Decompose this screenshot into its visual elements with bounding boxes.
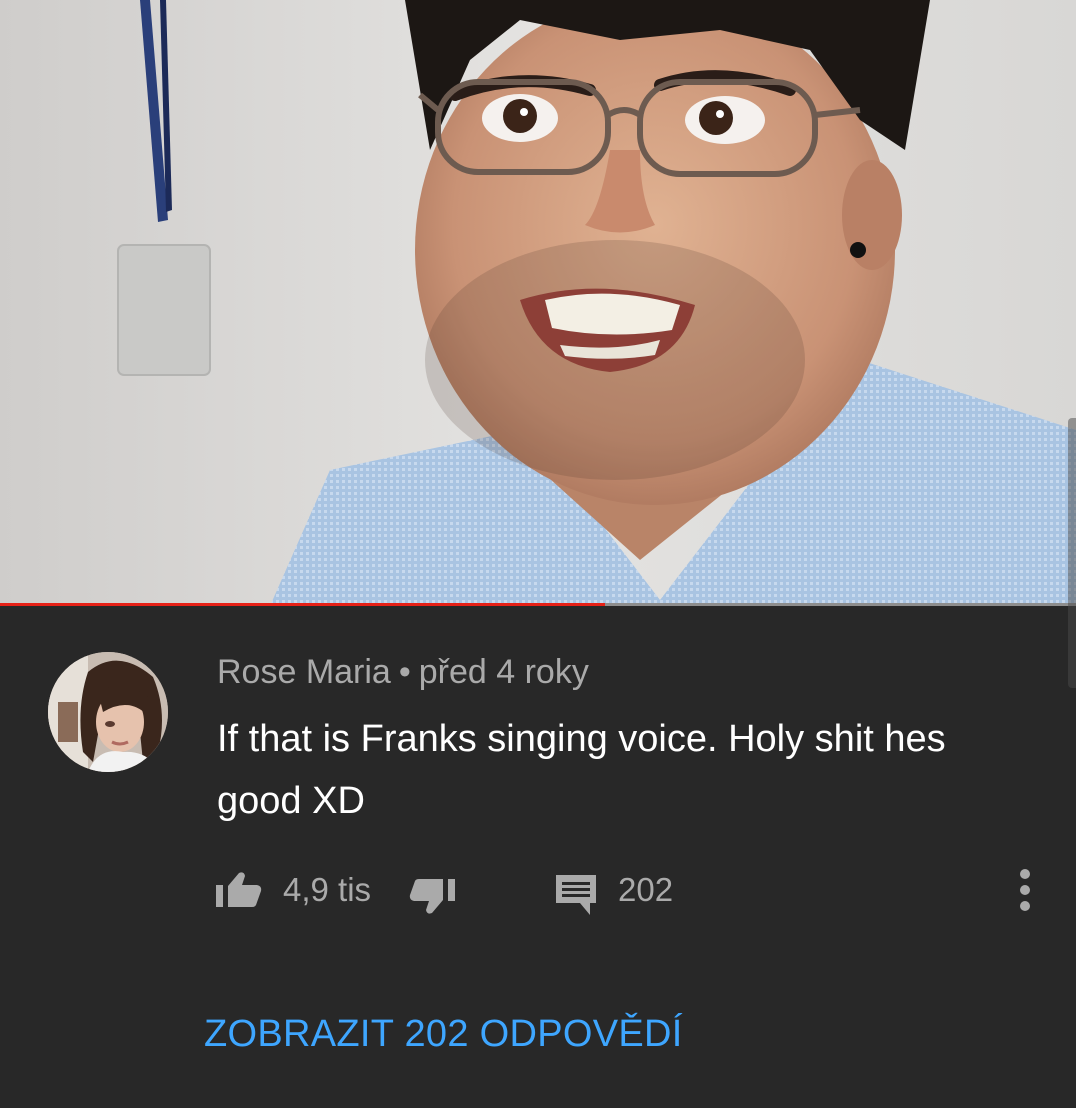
reply-count[interactable]: 202 [618,870,673,910]
comment-author[interactable]: Rose Maria [217,653,391,691]
comment-timestamp: před 4 roky [418,653,589,691]
scrollbar[interactable] [1068,418,1076,688]
more-vertical-icon[interactable] [1012,867,1038,913]
meta-separator: • [398,653,411,691]
comment-meta: Rose Maria • před 4 roky [217,652,589,692]
comment-actions: 4,9 tis 202 [0,865,1076,915]
avatar-image [48,652,168,772]
avatar[interactable] [48,652,168,772]
video-progress-bar[interactable] [0,603,1076,606]
view-replies-button[interactable]: ZOBRAZIT 202 ODPOVĚDÍ [204,1012,683,1056]
video-frame-image [0,0,1076,606]
thumbs-up-icon[interactable] [215,871,263,909]
comment-thread: Rose Maria • před 4 roky If that is Franks… [0,418,1076,1108]
comment-icon[interactable] [554,873,598,917]
youtube-comment-screen: Rose Maria • před 4 roky If that is Franks… [0,0,1076,1108]
video-progress-played [0,603,605,606]
like-count: 4,9 tis [283,871,372,908]
video-player[interactable] [0,0,1076,606]
comment-text: If that is Franks singing voice. Holy sh… [217,718,946,822]
thumbs-down-icon[interactable] [408,877,456,915]
